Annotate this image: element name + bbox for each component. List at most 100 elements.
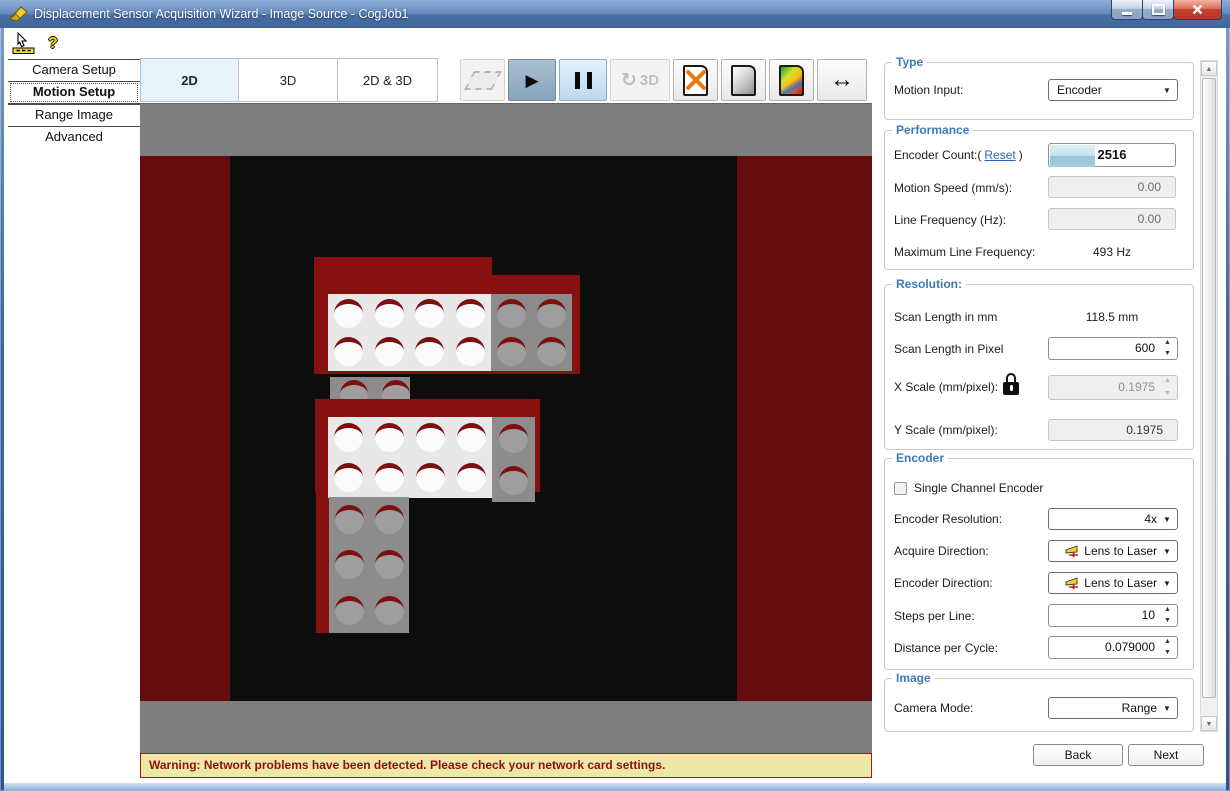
sidebar-item-motion-setup[interactable]: Motion Setup [8, 81, 140, 104]
steps-per-line-field[interactable]: 10 ▲ ▼ [1048, 604, 1178, 627]
y-scale-field: 0.1975 [1048, 419, 1178, 441]
maximize-button[interactable] [1142, 0, 1174, 20]
encoder-count-value: 2516 [1098, 147, 1127, 162]
encoder-resolution-select[interactable]: 4x ▼ [1048, 508, 1178, 530]
distance-per-cycle-label: Distance per Cycle: [894, 637, 998, 659]
image-group-title: Image [892, 671, 935, 685]
encoder-count-field[interactable]: 2516 [1048, 143, 1176, 167]
single-channel-encoder-checkbox[interactable] [894, 482, 907, 495]
scan-length-mm-label: Scan Length in mm [894, 306, 997, 328]
steps-per-line-value: 10 [1142, 608, 1155, 622]
range-image-viewport[interactable] [140, 103, 872, 754]
network-warning-banner: Warning: Network problems have been dete… [140, 753, 872, 778]
chevron-down-icon: ▼ [1163, 704, 1177, 713]
spinner-down-icon[interactable]: ▼ [1161, 349, 1174, 359]
spinner-up-icon[interactable]: ▲ [1161, 605, 1174, 615]
camera-mode-select[interactable]: Range ▼ [1048, 697, 1178, 719]
x-scale-value: 0.1975 [1118, 380, 1155, 394]
encoder-resolution-value: 4x [1049, 512, 1163, 526]
encoder-direction-label: Encoder Direction: [894, 572, 993, 594]
encoder-direction-value: Lens to Laser [1081, 576, 1163, 590]
scan-length-px-label: Scan Length in Pixel [894, 338, 1003, 360]
help-icon[interactable]: ? [48, 35, 58, 53]
distance-per-cycle-field[interactable]: 0.079000 ▲ ▼ [1048, 636, 1178, 659]
distance-per-cycle-value: 0.079000 [1105, 640, 1155, 654]
spinner-down-icon[interactable]: ▼ [1161, 616, 1174, 626]
reset-link[interactable]: Reset [984, 148, 1015, 162]
spinner-up-icon[interactable]: ▲ [1161, 338, 1174, 348]
lego-brick-white [328, 294, 491, 371]
performance-group-title: Performance [892, 123, 973, 137]
chevron-down-icon: ▼ [1163, 515, 1177, 524]
panel-scrollbar[interactable]: ▲ ▼ [1200, 60, 1218, 732]
spinner-down-icon: ▼ [1161, 389, 1174, 399]
play-button[interactable]: ▶ [508, 59, 556, 101]
document-x-icon [683, 65, 708, 96]
resolution-group-title: Resolution: [892, 277, 966, 291]
back-button[interactable]: Back [1033, 744, 1123, 766]
refresh-3d-button[interactable]: ↻3D [610, 59, 670, 101]
max-line-frequency-value: 493 Hz [1048, 241, 1176, 263]
wizard-step-list: Camera Setup Motion Setup Range Image Ad… [8, 59, 140, 148]
spinner-down-icon[interactable]: ▼ [1161, 648, 1174, 658]
x-scale-label: X Scale (mm/pixel): [894, 376, 998, 398]
play-icon: ▶ [525, 72, 538, 89]
lens-to-laser-icon [1064, 545, 1081, 558]
rainbow-document-icon [779, 65, 804, 96]
tab-3d[interactable]: 3D [238, 58, 338, 102]
lego-brick-white [328, 417, 492, 498]
tab-2d[interactable]: 2D [140, 58, 239, 102]
grayscale-palette-button[interactable] [721, 59, 766, 101]
next-button[interactable]: Next [1128, 744, 1204, 766]
motion-input-label: Motion Input: [894, 79, 963, 101]
sidebar-toolbar: ? [12, 32, 58, 55]
chevron-down-icon: ▼ [1163, 547, 1177, 556]
scroll-up-button[interactable]: ▲ [1201, 61, 1217, 76]
pause-button[interactable] [559, 59, 607, 101]
acquire-direction-select[interactable]: Lens to Laser ▼ [1048, 540, 1178, 562]
scrollbar-thumb[interactable] [1202, 78, 1216, 698]
trigger-region-button[interactable] [460, 59, 505, 101]
close-button[interactable] [1173, 0, 1222, 20]
chevron-down-icon: ▼ [1163, 579, 1177, 588]
acquisition-toolbar: ▶ ↻3D ↔ [460, 59, 867, 101]
horizontal-resize-icon: ↔ [830, 68, 854, 92]
scan-length-mm-value: 118.5 mm [1048, 306, 1176, 328]
scan-length-px-field[interactable]: 600 ▲ ▼ [1048, 337, 1178, 360]
encoder-direction-select[interactable]: Lens to Laser ▼ [1048, 572, 1178, 594]
spinner-up-icon[interactable]: ▲ [1161, 637, 1174, 647]
type-group-title: Type [892, 55, 927, 69]
encoder-group-title: Encoder [892, 451, 948, 465]
window-title: Displacement Sensor Acquisition Wizard -… [34, 0, 408, 28]
minimize-button[interactable] [1111, 0, 1143, 20]
acquire-direction-label: Acquire Direction: [894, 540, 989, 562]
scroll-down-button[interactable]: ▼ [1201, 716, 1217, 731]
lego-brick-gray [491, 294, 572, 371]
x-scale-field: 0.1975 ▲ ▼ [1048, 375, 1178, 400]
sidebar-item-advanced[interactable]: Advanced [8, 126, 140, 148]
minimize-icon [1122, 12, 1132, 15]
color-palette-button[interactable] [769, 59, 814, 101]
lens-to-laser-icon [1064, 577, 1081, 590]
line-frequency-field: 0.00 [1048, 208, 1176, 230]
refresh-icon: ↻ [621, 71, 637, 90]
acquire-direction-value: Lens to Laser [1081, 544, 1163, 558]
lego-height-map [140, 105, 872, 755]
lock-icon[interactable] [1002, 373, 1020, 397]
no-image-button[interactable] [673, 59, 718, 101]
encoder-count-label: Encoder Count:(Reset) [894, 144, 1023, 166]
camera-mode-label: Camera Mode: [894, 697, 973, 719]
close-icon [1192, 4, 1203, 15]
calibration-cursor-icon[interactable] [12, 32, 36, 55]
motion-speed-field: 0.00 [1048, 176, 1176, 198]
tab-2d-and-3d[interactable]: 2D & 3D [337, 58, 438, 102]
sidebar-item-range-image[interactable]: Range Image [8, 104, 140, 126]
encoder-count-progress [1050, 145, 1095, 167]
motion-input-select[interactable]: Encoder ▼ [1048, 79, 1178, 101]
pause-icon [575, 72, 580, 89]
window-controls [1112, 0, 1222, 20]
lego-brick-gray [492, 417, 535, 502]
sidebar-item-camera-setup[interactable]: Camera Setup [8, 59, 140, 81]
titlebar[interactable]: Displacement Sensor Acquisition Wizard -… [0, 0, 1230, 28]
fit-width-button[interactable]: ↔ [817, 59, 867, 101]
